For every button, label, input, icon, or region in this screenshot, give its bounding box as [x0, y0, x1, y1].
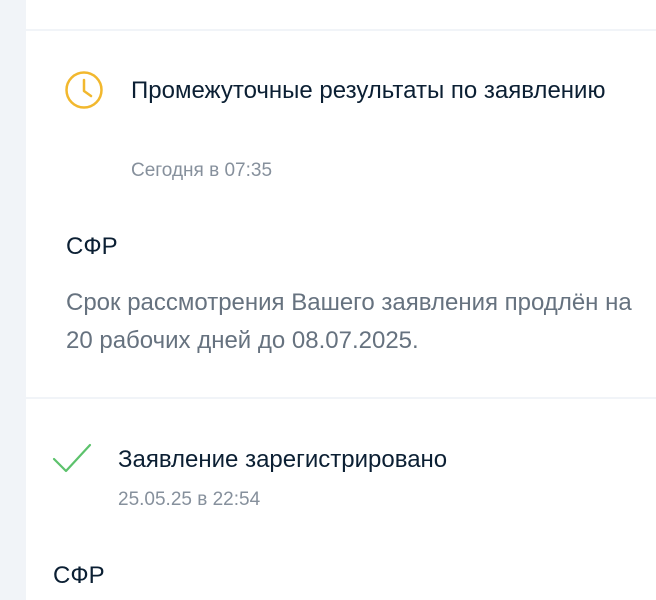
event-status-title: Промежуточные результаты по заявлению	[131, 77, 606, 104]
check-icon	[52, 443, 92, 473]
event-timestamp: Сегодня в 07:35	[131, 160, 273, 181]
event-status-title: Заявление зарегистрировано	[118, 446, 448, 473]
event-card-registered: Заявление зарегистрировано 25.05.25 в 22…	[26, 399, 656, 600]
previous-event-card	[26, 0, 656, 29]
event-organization: СФР	[66, 233, 118, 260]
event-organization: СФР	[53, 562, 105, 589]
event-message: Срок рассмотрения Вашего заявления продл…	[66, 289, 632, 354]
application-status-history: Промежуточные результаты по заявлению Се…	[0, 0, 656, 600]
clock-icon	[65, 71, 103, 109]
event-card-intermediate-results: Промежуточные результаты по заявлению Се…	[26, 31, 656, 397]
event-timestamp: 25.05.25 в 22:54	[118, 489, 261, 510]
